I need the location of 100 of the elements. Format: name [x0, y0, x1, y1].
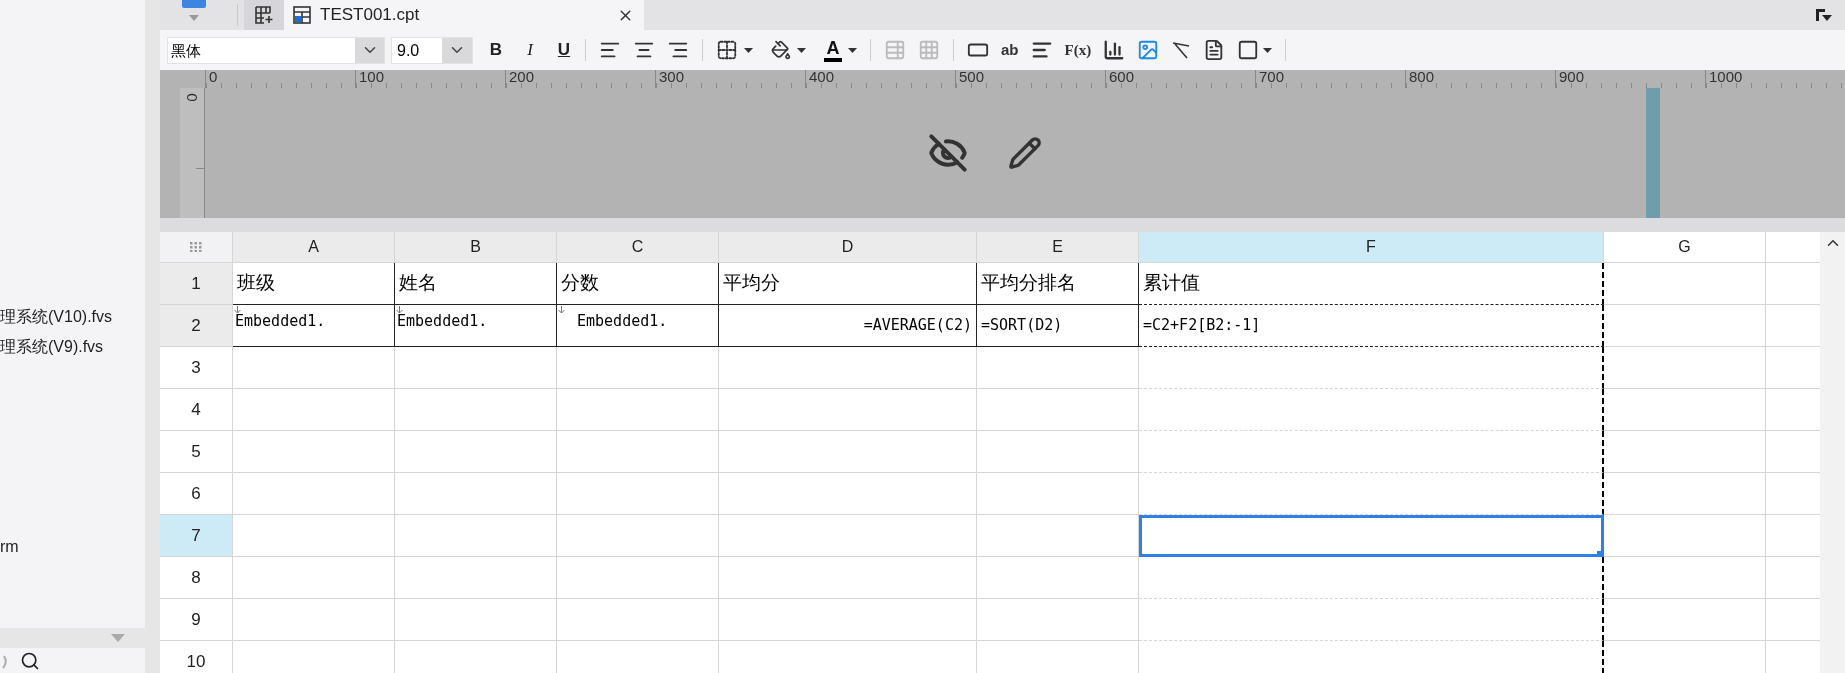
formula-button[interactable]: F(x): [1059, 36, 1097, 64]
row-header[interactable]: 7: [160, 515, 233, 557]
table-cell[interactable]: [1139, 557, 1604, 599]
row-header[interactable]: 5: [160, 431, 233, 473]
paragraph-icon: [1030, 39, 1053, 61]
table-cell[interactable]: Embedded1.: [233, 305, 395, 347]
ruler-label: 900: [1558, 70, 1586, 83]
column-header[interactable]: E: [977, 232, 1139, 263]
column-header[interactable]: G: [1604, 232, 1766, 263]
row-header[interactable]: 1: [160, 263, 233, 305]
format-button[interactable]: B: [483, 36, 509, 64]
ruler-label: 0: [208, 70, 219, 83]
panel-menu-icon[interactable]: [1815, 7, 1833, 23]
cell-text: 累计值: [1142, 271, 1200, 296]
caret-icon: [744, 47, 753, 53]
ruler-label: 300: [658, 70, 686, 83]
column-header[interactable]: B: [395, 232, 557, 263]
row-header[interactable]: 4: [160, 389, 233, 431]
table-cell[interactable]: [1139, 473, 1604, 515]
scroll-bar[interactable]: [0, 628, 145, 648]
row-header[interactable]: 8: [160, 557, 233, 599]
table-cell[interactable]: 累计值: [1139, 263, 1604, 305]
expand-down-icon: [396, 306, 403, 314]
expand-down-icon: [234, 306, 241, 314]
select-all-corner[interactable]: [160, 232, 233, 263]
fill-handle[interactable]: [1597, 551, 1602, 556]
row-header[interactable]: 9: [160, 599, 233, 641]
table-cell[interactable]: [1139, 431, 1604, 473]
text-tool-button[interactable]: ab: [996, 36, 1024, 64]
format-button[interactable]: I: [517, 36, 543, 64]
paint-bucket-icon: [771, 40, 791, 60]
file-item[interactable]: 理系统(V10).fvs: [0, 302, 145, 332]
expand-down-icon: [558, 306, 565, 314]
cell-text: Embedded1.: [397, 311, 488, 332]
table-cell[interactable]: =C2+F2[B2:-1]: [1139, 305, 1604, 347]
ruler-label: 600: [1108, 70, 1136, 83]
new-sheet-button[interactable]: [244, 0, 284, 30]
cell-text: 分数: [560, 271, 599, 296]
pencil-icon[interactable]: [1008, 136, 1042, 170]
cell-text: =C2+F2[B2:-1]: [1142, 315, 1261, 337]
column-header[interactable]: C: [557, 232, 719, 263]
format-button[interactable]: U: [551, 36, 577, 64]
ruler-label: 400: [808, 70, 836, 83]
table-cell[interactable]: =AVERAGE(C2): [719, 305, 977, 347]
merge-cells-icon: [884, 39, 906, 61]
vertical-scroll-bar[interactable]: [1820, 232, 1845, 673]
table-cell[interactable]: Embedded1.: [557, 305, 719, 347]
row-header[interactable]: 3: [160, 347, 233, 389]
dots-icon: [190, 242, 202, 252]
ruler-label: 800: [1408, 70, 1436, 83]
table-cell[interactable]: =SORT(D2): [977, 305, 1139, 347]
caret-icon: [848, 47, 857, 53]
ruler-label: 0: [184, 93, 200, 102]
font-family-select[interactable]: 黑体: [167, 36, 385, 64]
column-header[interactable]: D: [719, 232, 977, 263]
border-grid-icon: [716, 39, 738, 61]
cell-text: 平均分: [722, 271, 780, 296]
ruler-label: 200: [508, 70, 536, 83]
ruler-label: 100: [358, 70, 386, 83]
report-icon: [292, 5, 312, 25]
square-icon: [1237, 39, 1260, 61]
file-item[interactable]: rm: [0, 532, 145, 562]
column-header[interactable]: F: [1139, 232, 1604, 263]
table-cell[interactable]: [1139, 599, 1604, 641]
table-cell[interactable]: [1139, 389, 1604, 431]
cell-text: 班级: [236, 271, 275, 296]
table-cell[interactable]: Embedded1.: [395, 305, 557, 347]
scroll-down-icon[interactable]: [111, 634, 125, 642]
eye-off-icon[interactable]: [928, 133, 968, 173]
table-cell[interactable]: 平均分排名: [977, 263, 1139, 305]
table-cell[interactable]: 平均分: [719, 263, 977, 305]
cell-text: =SORT(D2): [980, 315, 1063, 337]
row-header[interactable]: 6: [160, 473, 233, 515]
bar-chart-icon: [1103, 39, 1126, 61]
column-header[interactable]: A: [233, 232, 395, 263]
caret-icon: [797, 47, 806, 53]
table-cell[interactable]: 班级: [233, 263, 395, 305]
cell-text: 平均分排名: [980, 271, 1076, 296]
slash-icon: [1171, 40, 1192, 60]
caret-icon: [1263, 47, 1273, 53]
selected-cell[interactable]: [1139, 515, 1604, 557]
ruler-label: 1000: [1708, 70, 1744, 83]
search-icon[interactable]: [20, 650, 40, 671]
font-size-select[interactable]: 9.0: [391, 36, 473, 64]
table-cell[interactable]: 姓名: [395, 263, 557, 305]
tab-title: TEST001.cpt: [320, 4, 420, 27]
image-icon: [1137, 39, 1160, 61]
ruler-label: 500: [958, 70, 986, 83]
app-icon[interactable]: [181, 0, 206, 8]
file-item[interactable]: 理系统(V9).fvs: [0, 332, 145, 362]
ruler-label: 700: [1258, 70, 1286, 83]
cell-text: =AVERAGE(C2): [863, 315, 973, 337]
font-color-button[interactable]: A: [819, 36, 862, 64]
caret-icon[interactable]: [188, 15, 199, 21]
row-header[interactable]: 2: [160, 305, 233, 347]
grid-icon: [918, 39, 940, 61]
table-cell[interactable]: [1139, 347, 1604, 389]
grid-plus-icon: [254, 5, 274, 25]
document-tab[interactable]: TEST001.cpt: [284, 0, 644, 30]
table-cell[interactable]: 分数: [557, 263, 719, 305]
